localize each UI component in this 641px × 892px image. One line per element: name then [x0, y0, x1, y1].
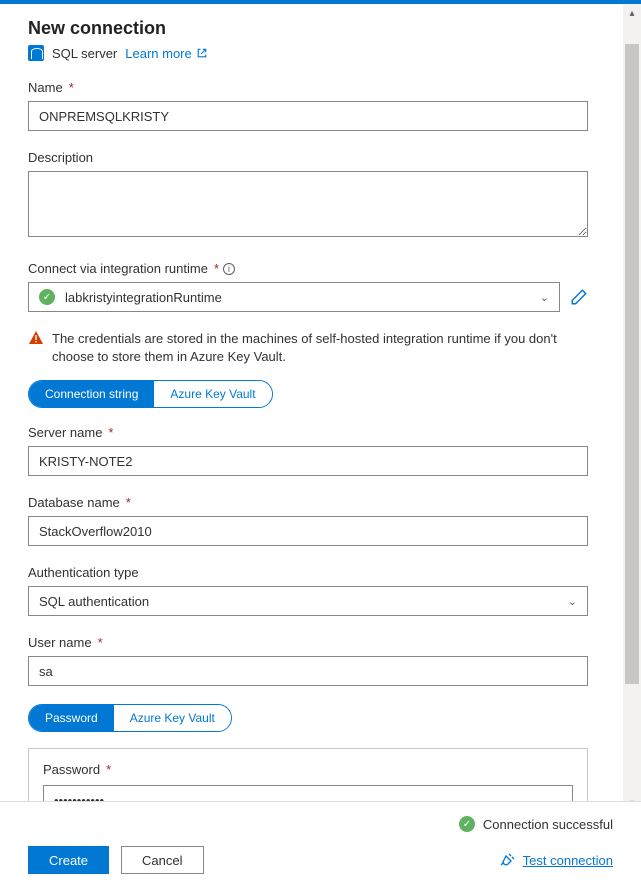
runtime-label: Connect via integration runtime* i — [28, 261, 235, 276]
name-input[interactable] — [28, 101, 588, 131]
chevron-down-icon: ⌄ — [540, 291, 549, 304]
connector-type-label: SQL server — [52, 46, 117, 61]
scrollbar-thumb[interactable] — [625, 44, 639, 684]
pill-password-akv[interactable]: Azure Key Vault — [114, 705, 231, 731]
page-title: New connection — [28, 18, 588, 39]
scrollbar-vertical[interactable]: ▴ ▾ — [623, 4, 641, 812]
connection-status: ✓ Connection successful — [459, 816, 613, 832]
learn-more-text: Learn more — [125, 46, 191, 61]
server-input[interactable] — [28, 446, 588, 476]
check-icon: ✓ — [39, 289, 55, 305]
password-storage-toggle: Password Azure Key Vault — [28, 704, 232, 732]
user-label: User name* — [28, 635, 103, 650]
pill-azure-key-vault[interactable]: Azure Key Vault — [154, 381, 271, 407]
database-input[interactable] — [28, 516, 588, 546]
sql-server-icon — [28, 45, 44, 61]
pill-connection-string[interactable]: Connection string — [29, 381, 154, 407]
warning-text: The credentials are stored in the machin… — [52, 330, 588, 366]
server-label: Server name* — [28, 425, 113, 440]
pill-password[interactable]: Password — [29, 705, 114, 731]
plug-icon — [499, 852, 515, 868]
footer: ✓ Connection successful Create Cancel Te… — [0, 801, 641, 892]
learn-more-link[interactable]: Learn more — [125, 46, 207, 61]
description-textarea[interactable] — [28, 171, 588, 237]
name-label: Name* — [28, 80, 74, 95]
credential-storage-toggle: Connection string Azure Key Vault — [28, 380, 273, 408]
create-button[interactable]: Create — [28, 846, 109, 874]
warning-icon — [28, 330, 44, 346]
cancel-button[interactable]: Cancel — [121, 846, 203, 874]
auth-type-select[interactable]: SQL authentication ⌄ — [28, 586, 588, 616]
info-icon[interactable]: i — [223, 263, 235, 275]
runtime-select[interactable]: ✓ labkristyintegrationRuntime ⌄ — [28, 282, 560, 312]
auth-type-label: Authentication type — [28, 565, 139, 580]
scroll-up-arrow[interactable]: ▴ — [623, 4, 641, 22]
edit-icon[interactable] — [570, 288, 588, 306]
external-link-icon — [196, 47, 208, 59]
auth-type-value: SQL authentication — [39, 594, 149, 609]
user-input[interactable] — [28, 656, 588, 686]
password-label: Password* — [43, 762, 111, 777]
check-icon: ✓ — [459, 816, 475, 832]
database-label: Database name* — [28, 495, 131, 510]
runtime-value: labkristyintegrationRuntime — [65, 290, 222, 305]
chevron-down-icon: ⌄ — [568, 595, 577, 608]
test-connection-link[interactable]: Test connection — [499, 852, 613, 868]
description-label: Description — [28, 150, 93, 165]
